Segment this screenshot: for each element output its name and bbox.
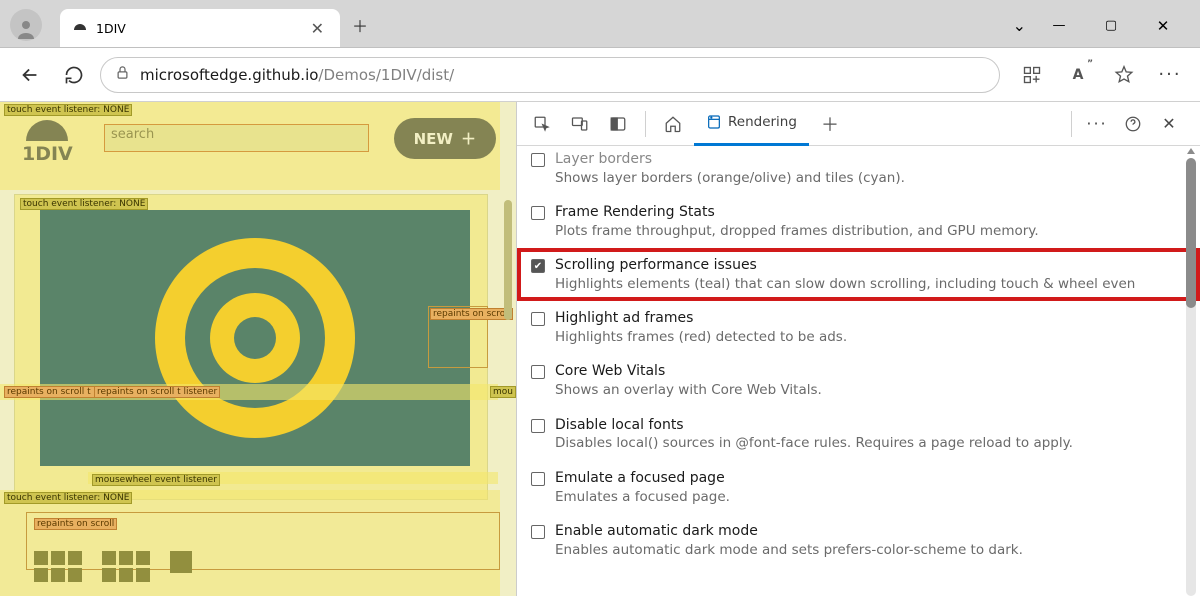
- window-controls: ⌄ — ▢ ✕: [1013, 16, 1200, 47]
- render-option-layer-borders[interactable]: Layer bordersShows layer borders (orange…: [517, 150, 1200, 195]
- overlay-touch-listener: touch event listener: NONE: [4, 104, 132, 116]
- overlay-touch-listener: touch event listener: NONE: [20, 198, 148, 210]
- tab-favicon-icon: [72, 20, 88, 36]
- render-option-scrolling-perf[interactable]: ✔ Scrolling performance issuesHighlights…: [517, 248, 1200, 301]
- apps-icon[interactable]: [1014, 57, 1050, 93]
- rendering-tab[interactable]: Rendering: [694, 102, 809, 146]
- window-titlebar: 1DIV ✕ ＋ ⌄ — ▢ ✕: [0, 0, 1200, 48]
- checkbox[interactable]: [531, 419, 545, 433]
- checkbox[interactable]: [531, 365, 545, 379]
- checkbox[interactable]: [531, 153, 545, 167]
- render-option-cwv[interactable]: Core Web VitalsShows an overlay with Cor…: [517, 354, 1200, 407]
- browser-tab[interactable]: 1DIV ✕: [60, 9, 340, 47]
- page-logo: 1DIV: [22, 120, 73, 165]
- checkbox[interactable]: [531, 472, 545, 486]
- panel-scrollbar[interactable]: [1184, 146, 1198, 596]
- back-button[interactable]: [12, 57, 48, 93]
- overlay-wheel-listener: mousewheel event listener: [92, 474, 220, 486]
- close-window-button[interactable]: ✕: [1144, 17, 1182, 35]
- overlay-repaint: repaints on scroll: [34, 518, 117, 530]
- tab-close-button[interactable]: ✕: [307, 17, 328, 40]
- overlay-repaint-partial: repaints on scroll t listener: [94, 386, 220, 398]
- devtools-close-icon[interactable]: ✕: [1152, 107, 1186, 141]
- welcome-tab-icon[interactable]: [656, 107, 690, 141]
- page-scrollbar[interactable]: [500, 192, 516, 596]
- plus-icon: ＋: [461, 128, 476, 149]
- maximize-button[interactable]: ▢: [1092, 18, 1130, 33]
- minimize-button[interactable]: —: [1040, 18, 1078, 33]
- render-option-focused-page[interactable]: Emulate a focused pageEmulates a focused…: [517, 461, 1200, 514]
- browser-toolbar: microsoftedge.github.io/Demos/1DIV/dist/…: [0, 48, 1200, 102]
- checkbox[interactable]: ✔: [531, 259, 545, 273]
- favorites-icon[interactable]: [1106, 57, 1142, 93]
- overlay-touch-listener: touch event listener: NONE: [4, 492, 132, 504]
- render-option-dark-mode[interactable]: Enable automatic dark modeEnables automa…: [517, 514, 1200, 567]
- checkbox[interactable]: [531, 206, 545, 220]
- render-option-local-fonts[interactable]: Disable local fontsDisables local() sour…: [517, 408, 1200, 461]
- read-aloud-icon[interactable]: A”: [1060, 57, 1096, 93]
- bullseye-graphic: [155, 238, 355, 438]
- devtools-more-icon[interactable]: ···: [1080, 107, 1114, 141]
- new-button[interactable]: NEW＋: [394, 118, 496, 159]
- address-bar[interactable]: microsoftedge.github.io/Demos/1DIV/dist/: [100, 57, 1000, 93]
- panel-toggle-icon[interactable]: [601, 107, 635, 141]
- page-viewport[interactable]: touch event listener: NONE 1DIV repaints…: [0, 102, 516, 596]
- device-emulation-icon[interactable]: [563, 107, 597, 141]
- chevron-down-icon[interactable]: ⌄: [1013, 16, 1026, 35]
- devtools-toolbar: Rendering ＋ ··· ✕: [517, 102, 1200, 146]
- inspect-element-icon[interactable]: [525, 107, 559, 141]
- lock-icon: [115, 65, 130, 84]
- thumbnail-grid: [34, 551, 192, 582]
- rendering-panel-body[interactable]: Layer bordersShows layer borders (orange…: [517, 146, 1200, 596]
- reload-button[interactable]: [56, 57, 92, 93]
- devtools-help-icon[interactable]: [1116, 107, 1150, 141]
- add-tab-button[interactable]: ＋: [813, 107, 847, 141]
- devtools-panel: Rendering ＋ ··· ✕ Layer bordersShows lay…: [516, 102, 1200, 596]
- profile-avatar[interactable]: [10, 9, 42, 41]
- new-tab-button[interactable]: ＋: [340, 3, 380, 47]
- url-text: microsoftedge.github.io/Demos/1DIV/dist/: [140, 66, 454, 84]
- checkbox[interactable]: [531, 312, 545, 326]
- tab-title: 1DIV: [96, 21, 299, 36]
- demo-card[interactable]: [40, 210, 470, 466]
- search-input[interactable]: search: [104, 124, 369, 152]
- checkbox[interactable]: [531, 525, 545, 539]
- render-option-frame-stats[interactable]: Frame Rendering StatsPlots frame through…: [517, 195, 1200, 248]
- render-option-ad-frames[interactable]: Highlight ad framesHighlights frames (re…: [517, 301, 1200, 354]
- more-icon[interactable]: ···: [1152, 57, 1188, 93]
